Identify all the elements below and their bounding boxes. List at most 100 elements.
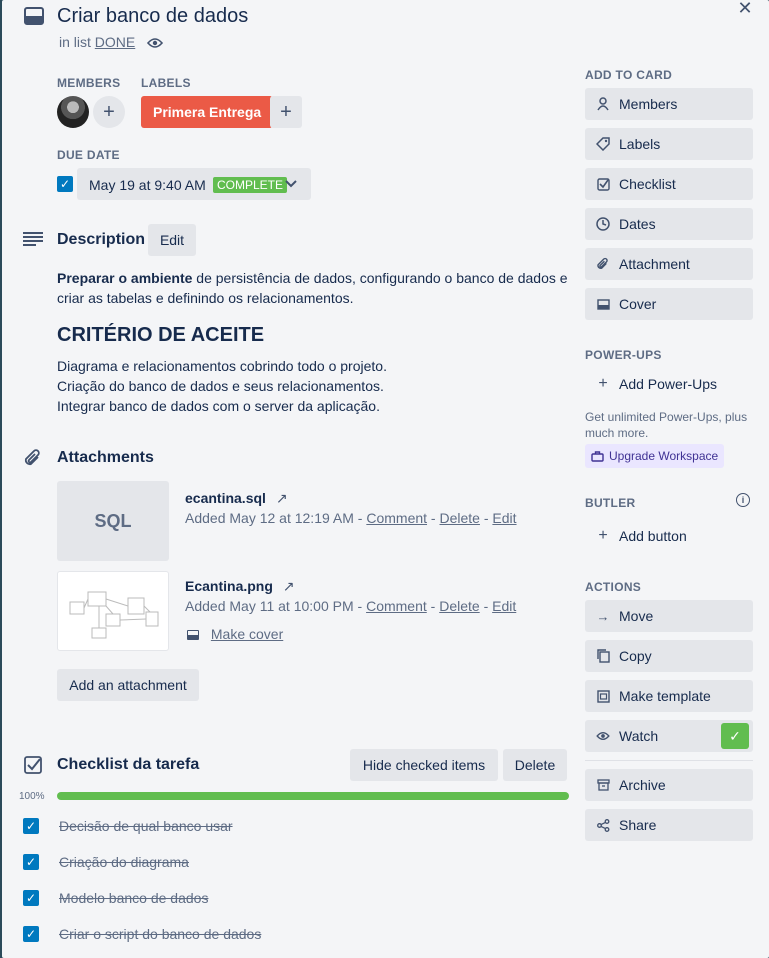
separator: -	[483, 510, 489, 526]
checklist-item[interactable]: ✓ Criação do diagrama	[23, 852, 563, 872]
criteria-line: Criação do banco de dados e seus relacio…	[57, 378, 384, 394]
sidebar-checklist-button[interactable]: Checklist	[585, 168, 753, 200]
sidebar-button-label: Members	[619, 96, 678, 112]
attachment-name-text: ecantina.sql	[185, 490, 266, 506]
actions-heading: Actions	[585, 580, 642, 594]
archive-button[interactable]: Archive	[585, 769, 753, 801]
checkbox-checked[interactable]: ✓	[23, 890, 39, 906]
clock-icon	[595, 217, 611, 231]
make-cover-link[interactable]: Make cover	[187, 626, 283, 642]
checkbox-checked[interactable]: ✓	[23, 926, 39, 942]
sidebar-labels-button[interactable]: Labels	[585, 128, 753, 160]
card-title[interactable]: Criar banco de dados	[57, 5, 248, 28]
criteria-line: Diagrama e relacionamentos cobrindo todo…	[57, 358, 387, 374]
make-template-button[interactable]: Make template	[585, 680, 753, 712]
checklist-item-text[interactable]: Criação do diagrama	[59, 854, 189, 870]
sidebar-attachment-button[interactable]: Attachment	[585, 248, 753, 280]
checklist-item[interactable]: ✓ Criar o script do banco de dados	[23, 924, 563, 944]
sidebar-button-label: Dates	[619, 216, 656, 232]
add-button-label: Add button	[619, 528, 687, 544]
checkbox-checked[interactable]: ✓	[23, 854, 39, 870]
sidebar-button-label: Watch	[619, 728, 659, 744]
progress-fill	[57, 792, 569, 800]
sidebar-button-label: Archive	[619, 777, 666, 793]
progress-bar	[57, 792, 569, 800]
due-date-checkbox[interactable]: ✓	[57, 176, 73, 192]
checklist-item-text[interactable]: Criar o script do banco de dados	[59, 926, 261, 942]
arrow-right-icon: →	[596, 608, 610, 624]
criteria-line: Integrar banco de dados com o server da …	[57, 398, 380, 414]
chevron-down-icon	[284, 176, 298, 192]
person-icon	[595, 97, 611, 111]
add-attachment-button[interactable]: Add an attachment	[57, 669, 199, 701]
add-member-button[interactable]: +	[93, 96, 125, 128]
delete-link[interactable]: Delete	[439, 510, 479, 526]
separator: -	[430, 598, 436, 614]
share-button[interactable]: Share	[585, 809, 753, 841]
label-chip[interactable]: Primera Entrega	[141, 96, 274, 128]
attachment-thumbnail[interactable]: SQL	[57, 481, 169, 561]
sidebar-cover-button[interactable]: Cover	[585, 288, 753, 320]
criteria-list: Diagrama e relacionamentos cobrindo todo…	[57, 356, 387, 416]
close-icon[interactable]: ✕	[737, 0, 753, 18]
description-text[interactable]: Preparar o ambiente de persistência de d…	[57, 268, 577, 308]
description-bold: Preparar o ambiente	[57, 270, 193, 286]
add-powerups-button[interactable]: + Add Power-Ups	[585, 368, 717, 400]
description-heading: Description	[57, 231, 146, 248]
cover-icon	[187, 630, 199, 641]
checklist-item-text[interactable]: Decisão de qual banco usar	[59, 818, 233, 834]
attachment-added: Added May 12 at 12:19 AM	[185, 510, 354, 526]
sidebar-members-button[interactable]: Members	[585, 88, 753, 120]
sidebar-dates-button[interactable]: Dates	[585, 208, 753, 240]
attachment-name[interactable]: Ecantina.png ↗	[185, 578, 295, 595]
hide-checked-button[interactable]: Hide checked items	[350, 749, 498, 781]
thumbnail-label: SQL	[94, 510, 132, 531]
sidebar-button-label: Checklist	[619, 176, 676, 192]
list-link[interactable]: DONE	[95, 34, 135, 50]
sidebar-button-label: Labels	[619, 136, 661, 152]
add-button-button[interactable]: + Add button	[585, 520, 687, 552]
comment-link[interactable]: Comment	[366, 510, 427, 526]
checklist-item-text[interactable]: Modelo banco de dados	[59, 890, 208, 906]
progress-percent: 100%	[19, 791, 45, 802]
sidebar-button-label: Cover	[619, 296, 657, 312]
delete-checklist-button[interactable]: Delete	[503, 749, 567, 781]
sidebar-button-label: Make template	[619, 688, 711, 704]
attachment-name[interactable]: ecantina.sql ↗	[185, 490, 288, 507]
description-icon	[23, 231, 43, 247]
avatar[interactable]	[57, 96, 89, 128]
move-button[interactable]: → Move	[585, 600, 753, 632]
criteria-heading: CRITÉRIO DE ACEITE	[57, 324, 265, 346]
paperclip-icon	[595, 257, 611, 271]
plus-icon: +	[598, 527, 608, 544]
attachment-meta: Added May 12 at 12:19 AM - Comment - Del…	[185, 510, 517, 526]
checkbox-checked[interactable]: ✓	[23, 818, 39, 834]
separator: -	[357, 598, 363, 614]
checklist-heading[interactable]: Checklist da tarefa	[57, 756, 199, 774]
edit-link[interactable]: Edit	[492, 510, 516, 526]
add-powerups-label: Add Power-Ups	[619, 376, 718, 392]
external-link-icon[interactable]: ↗	[283, 578, 295, 594]
info-icon[interactable]: i	[736, 493, 750, 507]
edit-description-button[interactable]: Edit	[148, 224, 196, 256]
attachment-thumbnail-image[interactable]	[57, 571, 169, 651]
checklist-item[interactable]: ✓ Decisão de qual banco usar	[23, 816, 563, 836]
external-link-icon[interactable]: ↗	[276, 490, 288, 506]
delete-link[interactable]: Delete	[439, 598, 479, 614]
tag-icon	[595, 137, 611, 151]
due-date-heading: Due date	[57, 148, 120, 162]
sidebar-button-label: Attachment	[619, 256, 690, 272]
copy-button[interactable]: Copy	[585, 640, 753, 672]
comment-link[interactable]: Comment	[366, 598, 427, 614]
separator: -	[357, 510, 363, 526]
cover-icon	[595, 298, 611, 310]
butler-heading: Butler	[585, 496, 636, 510]
attachments-heading: Attachments	[57, 449, 154, 466]
share-icon	[595, 818, 611, 832]
checklist-item[interactable]: ✓ Modelo banco de dados	[23, 888, 563, 908]
add-label-button[interactable]: +	[270, 96, 302, 128]
archive-icon	[595, 779, 611, 791]
edit-link[interactable]: Edit	[492, 598, 516, 614]
card-detail-window: Criar banco de dados in list DONE ✕ Memb…	[2, 0, 769, 958]
upgrade-workspace-button[interactable]: Upgrade Workspace	[585, 444, 725, 468]
